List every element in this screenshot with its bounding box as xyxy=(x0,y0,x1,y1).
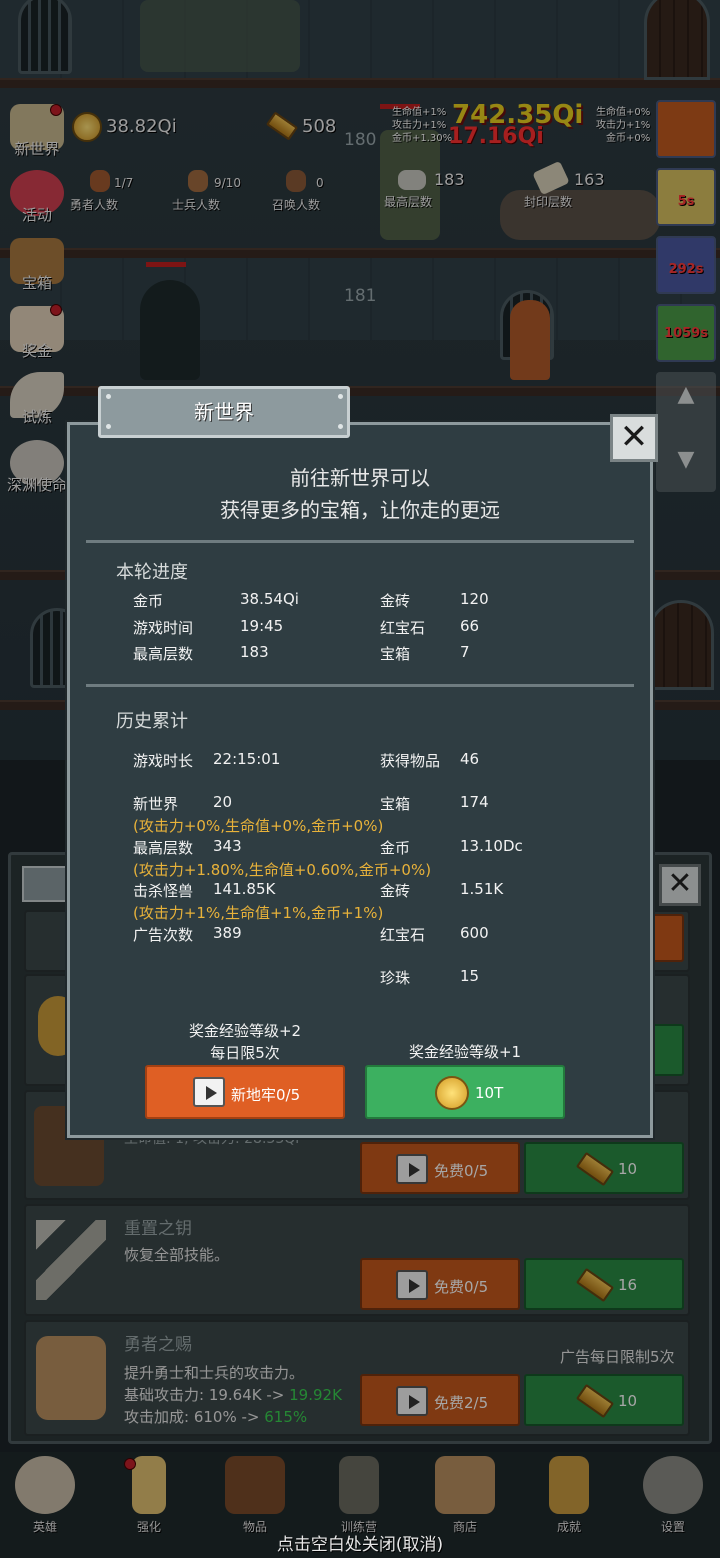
stat-value: 389 xyxy=(213,924,242,942)
section-title: 本轮进度 xyxy=(116,562,188,583)
stat-label: 红宝石 xyxy=(380,926,426,944)
stat-label: 金砖 xyxy=(380,882,411,900)
divider xyxy=(86,540,634,543)
rivet xyxy=(338,424,343,429)
stat-label: 击杀怪兽 xyxy=(133,882,194,900)
close-hint: 点击空白处关闭(取消) xyxy=(276,1535,444,1555)
stat-label: 游戏时长 xyxy=(133,752,194,770)
stat-value: 174 xyxy=(460,793,489,811)
stat-value: 13.10Dc xyxy=(460,837,523,855)
stat-value: 46 xyxy=(460,750,480,768)
stat-value: 600 xyxy=(460,924,489,942)
stat-value: 7 xyxy=(460,643,470,661)
stat-value: 141.85K xyxy=(213,880,276,898)
stat-label: 金币 xyxy=(133,592,164,610)
stat-label: 金币 xyxy=(380,839,411,857)
stat-label: 最高层数 xyxy=(133,645,194,663)
reward-caption: 奖金经验等级+1 xyxy=(408,1043,522,1061)
stat-label: 新世界 xyxy=(133,795,179,813)
bonus-text: (攻击力+0%,生命值+0%,金币+0%) xyxy=(133,817,384,835)
stat-label: 红宝石 xyxy=(380,619,426,637)
stat-value: 15 xyxy=(460,967,480,985)
stat-value: 120 xyxy=(460,590,489,608)
coin-icon xyxy=(435,1076,469,1110)
stat-label: 宝箱 xyxy=(380,645,411,663)
stat-value: 22:15:01 xyxy=(213,750,281,768)
stat-value: 19:45 xyxy=(240,617,284,635)
stat-label: 宝箱 xyxy=(380,795,411,813)
button-label: 10T xyxy=(475,1084,504,1102)
daily-limit-caption: 每日限5次 xyxy=(210,1044,280,1062)
stat-value: 183 xyxy=(240,643,269,661)
stat-label: 游戏时间 xyxy=(133,619,194,637)
button-label: 新地牢0/5 xyxy=(231,1086,301,1104)
stat-value: 1.51K xyxy=(460,880,504,898)
stat-value: 66 xyxy=(460,617,480,635)
stat-label: 最高层数 xyxy=(133,839,194,857)
rivet xyxy=(338,394,343,399)
divider xyxy=(86,684,634,687)
stat-label: 获得物品 xyxy=(380,752,441,770)
stat-value: 20 xyxy=(213,793,233,811)
new-dungeon-ad-button[interactable]: 新地牢0/5 xyxy=(145,1065,345,1119)
section-title: 历史累计 xyxy=(116,711,188,732)
stat-label: 金砖 xyxy=(380,592,411,610)
stat-label: 珍珠 xyxy=(380,969,411,987)
new-world-coin-button[interactable]: 10T xyxy=(365,1065,565,1119)
close-icon[interactable]: ✕ xyxy=(610,414,658,462)
intro-text: 前往新世界可以 xyxy=(290,466,430,490)
intro-text: 获得更多的宝箱，让你走的更远 xyxy=(220,498,500,522)
stat-value: 343 xyxy=(213,837,242,855)
video-icon xyxy=(193,1077,225,1107)
reward-caption: 奖金经验等级+2 xyxy=(188,1022,302,1040)
dialog-title: 新世界 xyxy=(98,386,350,438)
stat-label: 广告次数 xyxy=(133,926,194,944)
bonus-text: (攻击力+1%,生命值+1%,金币+1%) xyxy=(133,904,384,922)
rivet xyxy=(106,424,111,429)
bonus-text: (攻击力+1.80%,生命值+0.60%,金币+0%) xyxy=(133,861,432,879)
stat-value: 38.54Qi xyxy=(240,590,299,608)
rivet xyxy=(106,394,111,399)
